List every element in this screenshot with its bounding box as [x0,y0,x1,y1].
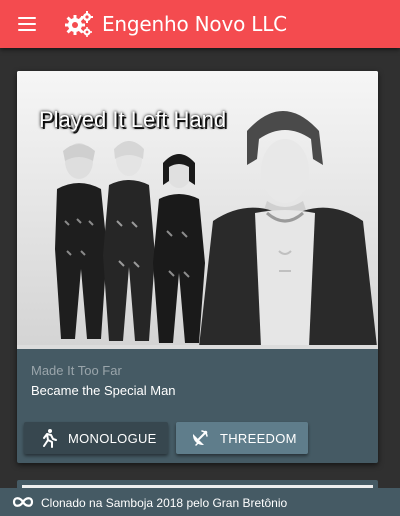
app-bar: Engenho Novo LLC [0,0,400,48]
monologue-label: MONOLOGUE [68,431,157,446]
infinity-icon [12,497,34,507]
gears-icon [65,11,93,37]
media-card: Played It Left Hand Made It Too Far Beca… [17,71,378,463]
card-media-image: Played It Left Hand [17,71,378,347]
footer-bar: Clonado na Samboja 2018 pelo Gran Bretôn… [0,488,400,516]
menu-icon [18,17,36,19]
threedom-button[interactable]: THREEDOM [176,422,308,454]
threedom-label: THREEDOM [220,431,297,446]
running-person-icon [43,429,57,448]
footer-text: Clonado na Samboja 2018 pelo Gran Bretôn… [41,496,288,510]
menu-button[interactable] [10,8,44,40]
card-media-title: Played It Left Hand [39,107,227,132]
card-subtitle: Made It Too Far [31,363,122,378]
app-title: Engenho Novo LLC [102,12,287,36]
satellite-dish-icon [192,430,208,446]
card-supporting-text: Became the Special Man [31,383,176,398]
monologue-button[interactable]: MONOLOGUE [24,422,168,454]
